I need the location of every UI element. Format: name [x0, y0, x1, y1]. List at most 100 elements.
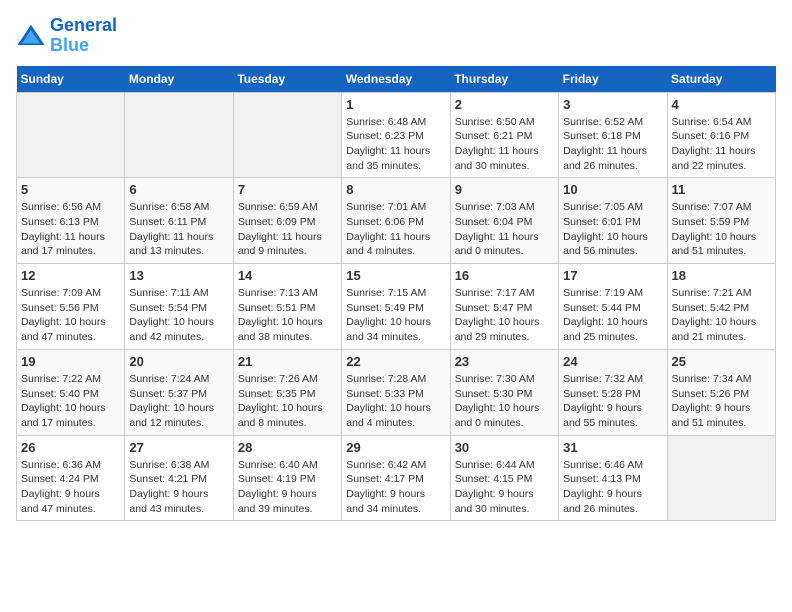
day-number: 26 — [21, 440, 120, 455]
column-header-sunday: Sunday — [17, 66, 125, 93]
column-header-friday: Friday — [559, 66, 667, 93]
calendar-cell — [667, 435, 775, 521]
day-info: Sunrise: 7:19 AM Sunset: 5:44 PM Dayligh… — [563, 286, 662, 345]
day-number: 16 — [455, 268, 554, 283]
day-number: 25 — [672, 354, 771, 369]
calendar-cell: 24 Sunrise: 7:32 AM Sunset: 5:28 PM Dayli… — [559, 349, 667, 435]
day-number: 29 — [346, 440, 445, 455]
day-number: 13 — [129, 268, 228, 283]
day-info: Sunrise: 6:44 AM Sunset: 4:15 PM Dayligh… — [455, 458, 554, 517]
calendar-cell: 1 Sunrise: 6:48 AM Sunset: 6:23 PM Daylig… — [342, 92, 450, 178]
day-info: Sunrise: 6:50 AM Sunset: 6:21 PM Dayligh… — [455, 115, 554, 174]
calendar-cell: 15 Sunrise: 7:15 AM Sunset: 5:49 PM Dayli… — [342, 264, 450, 350]
day-info: Sunrise: 6:48 AM Sunset: 6:23 PM Dayligh… — [346, 115, 445, 174]
calendar-cell: 9 Sunrise: 7:03 AM Sunset: 6:04 PM Daylig… — [450, 178, 558, 264]
calendar-cell: 6 Sunrise: 6:58 AM Sunset: 6:11 PM Daylig… — [125, 178, 233, 264]
day-number: 18 — [672, 268, 771, 283]
day-number: 2 — [455, 97, 554, 112]
day-info: Sunrise: 7:05 AM Sunset: 6:01 PM Dayligh… — [563, 200, 662, 259]
calendar-cell: 31 Sunrise: 6:46 AM Sunset: 4:13 PM Dayli… — [559, 435, 667, 521]
day-info: Sunrise: 6:42 AM Sunset: 4:17 PM Dayligh… — [346, 458, 445, 517]
day-number: 8 — [346, 182, 445, 197]
calendar-cell: 23 Sunrise: 7:30 AM Sunset: 5:30 PM Dayli… — [450, 349, 558, 435]
day-info: Sunrise: 7:26 AM Sunset: 5:35 PM Dayligh… — [238, 372, 337, 431]
day-info: Sunrise: 6:52 AM Sunset: 6:18 PM Dayligh… — [563, 115, 662, 174]
day-info: Sunrise: 6:54 AM Sunset: 6:16 PM Dayligh… — [672, 115, 771, 174]
calendar-cell: 14Sunrise: 7:13 AM Sunset: 5:51 PM Dayli… — [233, 264, 341, 350]
day-info: Sunrise: 7:22 AM Sunset: 5:40 PM Dayligh… — [21, 372, 120, 431]
calendar-cell: 12 Sunrise: 7:09 AM Sunset: 5:56 PM Dayli… — [17, 264, 125, 350]
calendar-cell: 29 Sunrise: 6:42 AM Sunset: 4:17 PM Dayli… — [342, 435, 450, 521]
day-number: 19 — [21, 354, 120, 369]
day-info: Sunrise: 7:32 AM Sunset: 5:28 PM Dayligh… — [563, 372, 662, 431]
calendar-cell: 4Sunrise: 6:54 AM Sunset: 6:16 PM Daylig… — [667, 92, 775, 178]
logo-icon — [16, 21, 46, 51]
calendar-table: SundayMondayTuesdayWednesdayThursdayFrid… — [16, 66, 776, 522]
day-number: 10 — [563, 182, 662, 197]
day-number: 20 — [129, 354, 228, 369]
day-number: 6 — [129, 182, 228, 197]
day-number: 9 — [455, 182, 554, 197]
day-info: Sunrise: 7:30 AM Sunset: 5:30 PM Dayligh… — [455, 372, 554, 431]
day-number: 30 — [455, 440, 554, 455]
day-number: 3 — [563, 97, 662, 112]
day-info: Sunrise: 7:13 AM Sunset: 5:51 PM Dayligh… — [238, 286, 337, 345]
calendar-cell: 13Sunrise: 7:11 AM Sunset: 5:54 PM Dayli… — [125, 264, 233, 350]
day-info: Sunrise: 7:34 AM Sunset: 5:26 PM Dayligh… — [672, 372, 771, 431]
day-info: Sunrise: 7:07 AM Sunset: 5:59 PM Dayligh… — [672, 200, 771, 259]
calendar-cell: 16Sunrise: 7:17 AM Sunset: 5:47 PM Dayli… — [450, 264, 558, 350]
calendar-cell: 22Sunrise: 7:28 AM Sunset: 5:33 PM Dayli… — [342, 349, 450, 435]
day-number: 22 — [346, 354, 445, 369]
calendar-cell: 21 Sunrise: 7:26 AM Sunset: 5:35 PM Dayli… — [233, 349, 341, 435]
calendar-cell: 7 Sunrise: 6:59 AM Sunset: 6:09 PM Daylig… — [233, 178, 341, 264]
logo: General Blue — [16, 16, 117, 56]
day-info: Sunrise: 7:15 AM Sunset: 5:49 PM Dayligh… — [346, 286, 445, 345]
calendar-cell: 10 Sunrise: 7:05 AM Sunset: 6:01 PM Dayli… — [559, 178, 667, 264]
day-number: 7 — [238, 182, 337, 197]
day-number: 15 — [346, 268, 445, 283]
day-info: Sunrise: 6:58 AM Sunset: 6:11 PM Dayligh… — [129, 200, 228, 259]
column-header-monday: Monday — [125, 66, 233, 93]
day-number: 21 — [238, 354, 337, 369]
day-number: 24 — [563, 354, 662, 369]
day-info: Sunrise: 6:40 AM Sunset: 4:19 PM Dayligh… — [238, 458, 337, 517]
day-number: 17 — [563, 268, 662, 283]
day-number: 11 — [672, 182, 771, 197]
day-info: Sunrise: 6:36 AM Sunset: 4:24 PM Dayligh… — [21, 458, 120, 517]
logo-text: General Blue — [50, 16, 117, 56]
calendar-cell — [233, 92, 341, 178]
day-info: Sunrise: 7:01 AM Sunset: 6:06 PM Dayligh… — [346, 200, 445, 259]
column-header-saturday: Saturday — [667, 66, 775, 93]
calendar-cell: 25 Sunrise: 7:34 AM Sunset: 5:26 PM Dayli… — [667, 349, 775, 435]
calendar-cell — [17, 92, 125, 178]
calendar-cell: 28 Sunrise: 6:40 AM Sunset: 4:19 PM Dayli… — [233, 435, 341, 521]
day-number: 31 — [563, 440, 662, 455]
calendar-cell: 2 Sunrise: 6:50 AM Sunset: 6:21 PM Daylig… — [450, 92, 558, 178]
calendar-cell: 17 Sunrise: 7:19 AM Sunset: 5:44 PM Dayli… — [559, 264, 667, 350]
day-info: Sunrise: 7:21 AM Sunset: 5:42 PM Dayligh… — [672, 286, 771, 345]
day-number: 28 — [238, 440, 337, 455]
day-info: Sunrise: 6:46 AM Sunset: 4:13 PM Dayligh… — [563, 458, 662, 517]
calendar-cell: 30 Sunrise: 6:44 AM Sunset: 4:15 PM Dayli… — [450, 435, 558, 521]
day-number: 1 — [346, 97, 445, 112]
column-header-thursday: Thursday — [450, 66, 558, 93]
calendar-cell: 5 Sunrise: 6:56 AM Sunset: 6:13 PM Daylig… — [17, 178, 125, 264]
day-number: 27 — [129, 440, 228, 455]
calendar-cell: 26 Sunrise: 6:36 AM Sunset: 4:24 PM Dayli… — [17, 435, 125, 521]
day-info: Sunrise: 6:56 AM Sunset: 6:13 PM Dayligh… — [21, 200, 120, 259]
day-number: 23 — [455, 354, 554, 369]
day-number: 5 — [21, 182, 120, 197]
day-number: 12 — [21, 268, 120, 283]
day-info: Sunrise: 6:38 AM Sunset: 4:21 PM Dayligh… — [129, 458, 228, 517]
calendar-cell: 27 Sunrise: 6:38 AM Sunset: 4:21 PM Dayli… — [125, 435, 233, 521]
calendar-cell: 19 Sunrise: 7:22 AM Sunset: 5:40 PM Dayli… — [17, 349, 125, 435]
column-header-wednesday: Wednesday — [342, 66, 450, 93]
day-info: Sunrise: 7:09 AM Sunset: 5:56 PM Dayligh… — [21, 286, 120, 345]
day-info: Sunrise: 7:03 AM Sunset: 6:04 PM Dayligh… — [455, 200, 554, 259]
day-info: Sunrise: 6:59 AM Sunset: 6:09 PM Dayligh… — [238, 200, 337, 259]
calendar-cell — [125, 92, 233, 178]
column-header-tuesday: Tuesday — [233, 66, 341, 93]
day-info: Sunrise: 7:24 AM Sunset: 5:37 PM Dayligh… — [129, 372, 228, 431]
calendar-cell: 11 Sunrise: 7:07 AM Sunset: 5:59 PM Dayli… — [667, 178, 775, 264]
page-header: General Blue — [16, 16, 776, 56]
